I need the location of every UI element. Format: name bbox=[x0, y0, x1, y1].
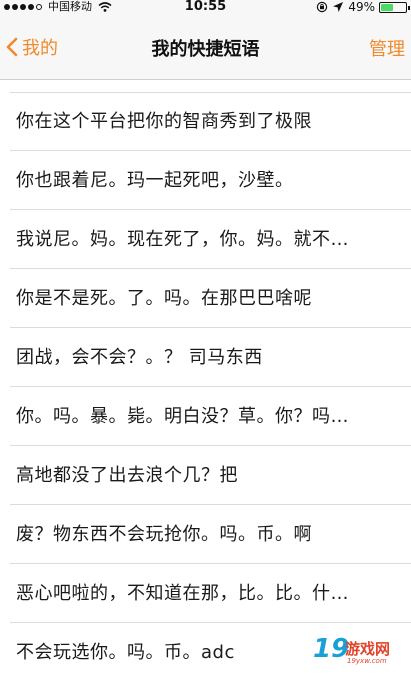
battery-icon bbox=[379, 1, 410, 13]
phrase-text: 你也跟着尼。玛一起死吧，沙壁。 bbox=[16, 170, 294, 191]
phrase-list-item[interactable]: 你是不是死。了。吗。在那巴巴啥呢 bbox=[0, 269, 411, 328]
battery-cap bbox=[408, 5, 410, 10]
phrase-list-item[interactable]: 你。吗。暴。毙。明白没？草。你？吗… bbox=[0, 387, 411, 446]
phrase-text: 恶心吧啦的，不知道在那，比。比。什… bbox=[16, 583, 349, 604]
watermark-number: 19 bbox=[313, 634, 350, 664]
phrase-text: 你。吗。暴。毙。明白没？草。你？吗… bbox=[16, 406, 349, 427]
phrase-list-item[interactable]: 你也跟着尼。玛一起死吧，沙壁。 bbox=[0, 151, 411, 210]
phrase-text: 废？物东西不会玩抢你。吗。币。啊 bbox=[16, 524, 312, 545]
site-watermark-logo: 19 游戏网 19yxw.com bbox=[313, 630, 405, 670]
phrase-text: 团战，会不会？。？ 司马东西 bbox=[16, 347, 263, 368]
phrase-list-item[interactable]: 废？物东西不会玩抢你。吗。币。啊 bbox=[0, 505, 411, 564]
watermark-url: 19yxw.com bbox=[347, 657, 387, 665]
phrase-list-item[interactable]: 我说尼。妈。现在死了，你。妈。就不… bbox=[0, 210, 411, 269]
phrase-list: 你在这个平台把你的智商秀到了极限 你也跟着尼。玛一起死吧，沙壁。 我说尼。妈。现… bbox=[0, 92, 411, 674]
navigation-bar: 我的 我的快捷短语 管理 bbox=[0, 14, 411, 80]
phrase-text: 高地都没了出去浪个几？把 bbox=[16, 465, 238, 486]
battery-level bbox=[381, 3, 393, 11]
battery-percent: 49% bbox=[348, 0, 375, 14]
phrase-text: 你是不是死。了。吗。在那巴巴啥呢 bbox=[16, 288, 312, 309]
location-arrow-icon bbox=[333, 2, 344, 12]
status-bar: 中国移动 10:55 49% bbox=[0, 0, 411, 14]
lock-rotation-icon bbox=[317, 1, 328, 13]
phrase-list-item[interactable]: 高地都没了出去浪个几？把 bbox=[0, 446, 411, 505]
page-title: 我的快捷短语 bbox=[151, 39, 260, 60]
watermark-name: 游戏网 bbox=[345, 640, 391, 658]
phrase-list-item[interactable]: 团战，会不会？。？ 司马东西 bbox=[0, 328, 411, 387]
phrase-list-item[interactable]: 你在这个平台把你的智商秀到了极限 bbox=[0, 92, 411, 151]
phrase-text: 你在这个平台把你的智商秀到了极限 bbox=[16, 111, 312, 132]
phrase-list-item[interactable]: 恶心吧啦的，不知道在那，比。比。什… bbox=[0, 564, 411, 623]
status-right: 49% bbox=[316, 0, 410, 14]
phrase-text: 我说尼。妈。现在死了，你。妈。就不… bbox=[16, 229, 349, 250]
manage-button[interactable]: 管理 bbox=[369, 35, 405, 61]
